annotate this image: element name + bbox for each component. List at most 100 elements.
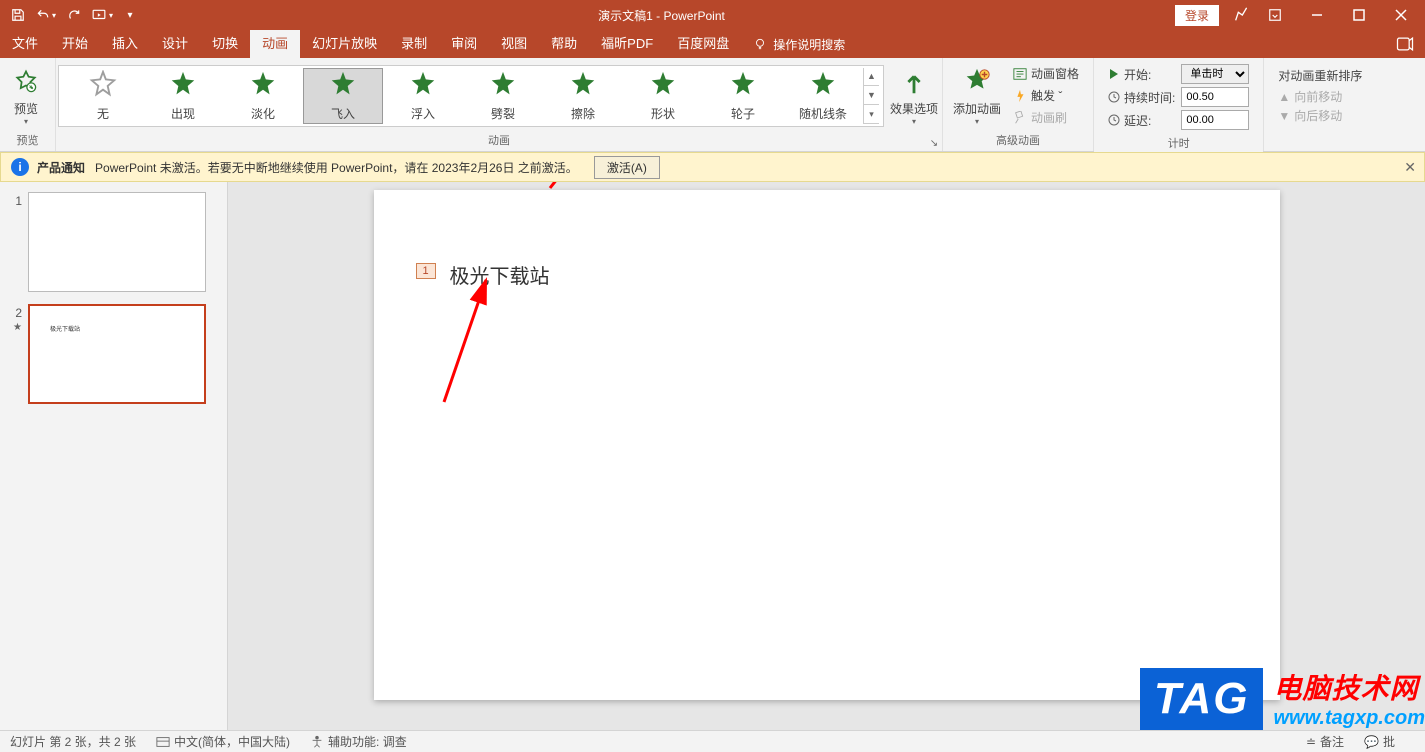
accessibility-status[interactable]: 辅助功能: 调查 [310,733,407,750]
group-advanced: 添加动画 ▾ 动画窗格 触发 ˇ 动画刷 高级动画 [943,58,1094,151]
slide-canvas[interactable]: 1 极光下载站 [374,190,1280,700]
notification-bar: i 产品通知 PowerPoint 未激活。若要无中断地继续使用 PowerPo… [0,152,1425,182]
timing-grid: 开始: 单击时 持续时间: 延迟: [1100,60,1257,134]
watermark-text: 电脑技术网 www.tagxp.com [1273,667,1425,730]
animation-index-badge[interactable]: 1 [416,263,436,279]
anim-fade[interactable]: 淡化 [223,68,303,124]
gallery-more-icon[interactable]: ▾ [864,106,879,124]
group-reorder: 对动画重新排序 ▲向前移动 ▼向后移动 [1264,58,1376,151]
tab-help[interactable]: 帮助 [539,30,589,58]
tab-slideshow[interactable]: 幻灯片放映 [300,30,389,58]
add-animation-button[interactable]: 添加动画 ▾ [949,61,1005,131]
duration-input[interactable] [1181,87,1249,107]
trigger-label: 触发 ˇ [1031,87,1062,104]
redo-icon[interactable] [62,3,86,27]
qat: ▾ ▾ ▾ [0,3,148,27]
language-icon [156,735,170,749]
close-icon[interactable] [1381,0,1421,30]
anim-flyin[interactable]: 飞入 [303,68,383,124]
animation-pane-icon [1013,67,1027,81]
start-from-beginning-icon[interactable]: ▾ [90,3,114,27]
thumbnail-panel[interactable]: 1 2 ★ 极光下载站 [0,182,228,730]
close-icon[interactable]: ✕ [1404,159,1416,176]
share-icon[interactable] [1395,34,1417,56]
ribbon-display-icon[interactable] [1255,0,1295,30]
anim-none[interactable]: 无 [63,68,143,124]
coming-soon-icon[interactable] [1229,3,1253,27]
anim-randombars[interactable]: 随机线条 [783,68,863,124]
gallery-down-icon[interactable]: ▼ [864,87,879,105]
move-earlier-button[interactable]: ▲向前移动 [1278,88,1362,105]
tell-me-search[interactable]: 操作说明搜索 [741,30,857,58]
dialog-launcher-icon[interactable]: ↘ [928,137,940,149]
notification-badge: 产品通知 [37,159,85,176]
preview-button[interactable]: 预览 ▾ [6,61,46,131]
watermark: TAG 电脑技术网 www.tagxp.com [1140,667,1425,730]
advanced-col: 动画窗格 触发 ˇ 动画刷 [1005,62,1087,130]
preview-icon [10,66,42,98]
thumbnail[interactable]: 极光下载站 [28,304,206,404]
undo-icon[interactable]: ▾ [34,3,58,27]
add-animation-label: 添加动画 [953,100,1001,117]
effect-options-button[interactable]: 效果选项 ▾ [886,61,942,131]
thumbnail-number: 2 [4,304,22,320]
tab-review[interactable]: 审阅 [439,30,489,58]
minimize-icon[interactable] [1297,0,1337,30]
tab-insert[interactable]: 插入 [100,30,150,58]
slide-counter[interactable]: 幻灯片 第 2 张，共 2 张 [10,733,136,750]
tab-home[interactable]: 开始 [50,30,100,58]
star-icon [568,70,598,103]
delay-input[interactable] [1181,110,1249,130]
group-advanced-label: 高级动画 [943,133,1093,151]
anim-wheel[interactable]: 轮子 [703,68,783,124]
watermark-line2: www.tagxp.com [1273,707,1425,730]
tab-file[interactable]: 文件 [0,30,50,58]
anim-label: 擦除 [571,105,595,122]
anim-floatin[interactable]: 浮入 [383,68,463,124]
anim-appear[interactable]: 出现 [143,68,223,124]
animation-painter-icon [1013,111,1027,125]
thumbnail[interactable] [28,192,206,292]
tab-transition[interactable]: 切换 [200,30,250,58]
maximize-icon[interactable] [1339,0,1379,30]
move-later-button[interactable]: ▼向后移动 [1278,107,1362,124]
anim-shape[interactable]: 形状 [623,68,703,124]
tab-foxit[interactable]: 福昕PDF [589,30,665,58]
anim-split[interactable]: 劈裂 [463,68,543,124]
tab-design[interactable]: 设计 [150,30,200,58]
anim-label: 随机线条 [799,105,847,122]
star-icon [248,70,278,103]
star-icon [168,70,198,103]
window-title: 演示文稿1 - PowerPoint [148,7,1175,24]
anim-wipe[interactable]: 擦除 [543,68,623,124]
comments-button[interactable]: 💬 批 [1364,733,1395,750]
animation-pane-button[interactable]: 动画窗格 [1009,64,1083,84]
star-icon [648,70,678,103]
anim-label: 无 [97,105,109,122]
qat-customize-icon[interactable]: ▾ [118,3,142,27]
notes-button[interactable]: ≐ 备注 [1306,733,1344,750]
animation-painter-button[interactable]: 动画刷 [1009,108,1083,128]
trigger-button[interactable]: 触发 ˇ [1009,86,1083,106]
tab-baidu[interactable]: 百度网盘 [665,30,741,58]
save-icon[interactable] [6,3,30,27]
thumbnail-text: 极光下载站 [50,324,80,333]
reorder-col: 对动画重新排序 ▲向前移动 ▼向后移动 [1270,63,1370,128]
trigger-icon [1013,89,1027,103]
preview-label: 预览 [14,100,38,117]
duration-label: 持续时间: [1108,89,1175,106]
anim-label: 轮子 [731,105,755,122]
tab-animation[interactable]: 动画 [250,30,300,58]
tab-record[interactable]: 录制 [389,30,439,58]
language-status[interactable]: 中文(简体，中国大陆) [156,733,290,750]
slide-editor[interactable]: 1 极光下载站 [228,182,1425,730]
gallery-scroll: ▲▼▾ [863,68,879,124]
comments-label: 批 [1383,733,1395,750]
title-bar: ▾ ▾ ▾ 演示文稿1 - PowerPoint 登录 [0,0,1425,30]
start-select[interactable]: 单击时 [1181,64,1249,84]
tab-view[interactable]: 视图 [489,30,539,58]
activate-button[interactable]: 激活(A) [594,156,660,179]
login-button[interactable]: 登录 [1175,5,1219,26]
move-earlier-label: 向前移动 [1294,88,1342,105]
gallery-up-icon[interactable]: ▲ [864,68,879,86]
